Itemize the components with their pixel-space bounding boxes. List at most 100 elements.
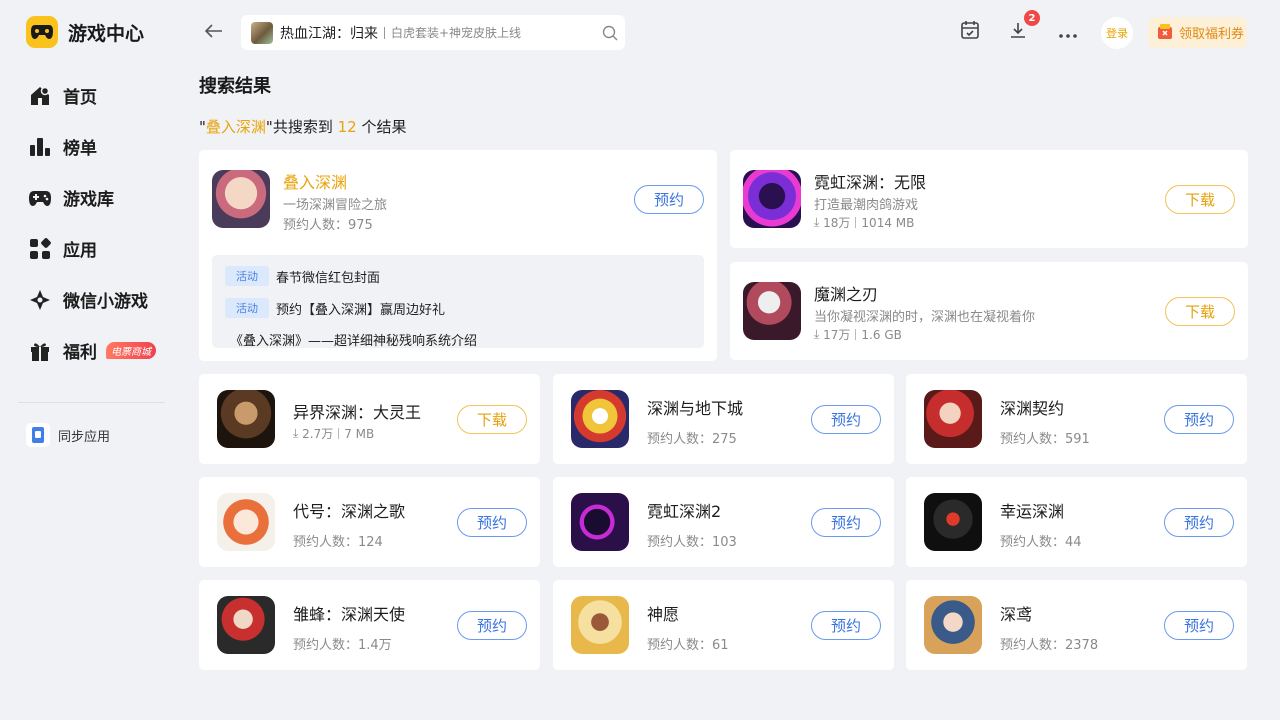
wechat-game-icon — [28, 288, 52, 312]
featured-result-card[interactable]: 叠入深渊 一场深渊冒险之旅 预约人数：975 预约 活动 春节微信红包封面 活动… — [199, 150, 717, 361]
result-card[interactable]: 深渊契约 预约人数：591 预约 — [906, 374, 1247, 464]
gift-bag-icon — [1155, 21, 1175, 45]
search-separator — [384, 26, 385, 39]
download-icon — [1009, 21, 1027, 43]
game-title: 代号：深渊之歌 — [293, 502, 406, 521]
activity-item[interactable]: 《叠入深渊》——超详细神秘残响系统介绍 — [230, 330, 477, 349]
result-card[interactable]: 霓虹深渊2 预约人数：103 预约 — [553, 477, 894, 567]
activity-text: 《叠入深渊》——超详细神秘残响系统介绍 — [230, 334, 478, 349]
sync-label: 同步应用 — [58, 429, 111, 445]
file-size: 1.6 GB — [861, 327, 902, 342]
calendar-button[interactable] — [957, 19, 983, 45]
search-featured-title: 热血江湖：归来 — [280, 25, 378, 42]
game-title: 深渊契约 — [1000, 399, 1065, 418]
reserve-button[interactable]: 预约 — [811, 508, 881, 537]
reserve-button[interactable]: 预约 — [457, 508, 527, 537]
reserve-button[interactable]: 预约 — [634, 185, 704, 214]
more-button[interactable] — [1055, 19, 1081, 45]
reserve-button[interactable]: 预约 — [811, 611, 881, 640]
ranking-icon — [28, 135, 52, 159]
sync-apps-button[interactable]: 同步应用 — [26, 423, 110, 447]
game-icon — [212, 170, 270, 228]
reservation-count: 预约人数：975 — [283, 218, 373, 233]
back-button[interactable] — [202, 20, 226, 44]
file-size: 1014 MB — [861, 215, 915, 230]
reservation-count: 预约人数：591 — [1000, 432, 1090, 447]
game-icon — [217, 390, 275, 448]
game-icon — [217, 596, 275, 654]
sidebar-item-welfare[interactable]: 福利 电票商城 — [28, 325, 156, 376]
result-card[interactable]: 霓虹深渊：无限 打造最潮肉鸽游戏 ⤓ 18万 1014 MB 下载 — [730, 150, 1248, 248]
gift-icon — [28, 339, 52, 363]
download-button[interactable]: 下载 — [1165, 185, 1235, 214]
result-card[interactable]: 代号：深渊之歌 预约人数：124 预约 — [199, 477, 540, 567]
game-title: 深渊与地下城 — [647, 399, 744, 418]
result-card[interactable]: 雏蜂：深渊天使 预约人数：1.4万 预约 — [199, 580, 540, 670]
game-title: 异界深渊：大灵王 — [293, 403, 422, 422]
sidebar-item-apps[interactable]: 应用 — [28, 223, 156, 274]
reservation-count: 预约人数：2378 — [1000, 638, 1099, 653]
sidebar-item-ranking[interactable]: 榜单 — [28, 121, 156, 172]
sidebar-divider — [18, 402, 165, 403]
reservation-count: 预约人数：61 — [647, 638, 729, 653]
reserve-button[interactable]: 预约 — [811, 405, 881, 434]
reservation-count: 预约人数：103 — [647, 535, 737, 550]
sidebar-item-label: 榜单 — [63, 139, 97, 159]
result-card[interactable]: 神愿 预约人数：61 预约 — [553, 580, 894, 670]
sidebar-item-label: 游戏库 — [63, 190, 114, 210]
game-title: 魔渊之刃 — [814, 285, 879, 304]
reserve-button[interactable]: 预约 — [1164, 508, 1234, 537]
download-small-icon: ⤓ — [814, 215, 820, 229]
sidebar-item-label: 微信小游戏 — [63, 292, 148, 312]
login-button[interactable]: 登录 — [1101, 17, 1133, 49]
game-icon — [743, 170, 801, 228]
result-card[interactable]: 魔渊之刃 当你凝视深渊的时，深渊也在凝视着你 ⤓ 17万 1.6 GB 下载 — [730, 262, 1248, 360]
activity-text: 春节微信红包封面 — [276, 270, 381, 286]
reservation-count: 预约人数：1.4万 — [293, 638, 392, 653]
summary-quote: " — [199, 118, 206, 136]
game-description: 打造最潮肉鸽游戏 — [814, 198, 919, 213]
result-card[interactable]: 深鸢 预约人数：2378 预约 — [906, 580, 1247, 670]
page-title: 搜索结果 — [199, 76, 271, 97]
download-button[interactable]: 下载 — [1165, 297, 1235, 326]
reserve-button[interactable]: 预约 — [457, 611, 527, 640]
game-icon — [743, 282, 801, 340]
game-title: 霓虹深渊：无限 — [814, 173, 927, 192]
result-card[interactable]: 幸运深渊 预约人数：44 预约 — [906, 477, 1247, 567]
shop-badge: 电票商城 — [106, 342, 156, 359]
download-count-badge: 2 — [1024, 10, 1040, 26]
more-dots-icon — [1059, 23, 1077, 42]
game-icon — [924, 493, 982, 551]
search-featured-subtitle: 白虎套装+神宠皮肤上线 — [391, 26, 522, 40]
calendar-icon — [960, 20, 980, 44]
apps-icon — [28, 237, 52, 261]
activity-tag: 活动 — [225, 298, 269, 318]
sidebar-item-wechat-games[interactable]: 微信小游戏 — [28, 274, 156, 325]
download-button[interactable]: 下载 — [457, 405, 527, 434]
reserve-button[interactable]: 预约 — [1164, 611, 1234, 640]
result-card[interactable]: 深渊与地下城 预约人数：275 预约 — [553, 374, 894, 464]
claim-coupon-button[interactable]: 领取福利券 — [1148, 17, 1247, 48]
activity-item[interactable]: 活动 预约【叠入深渊】赢周边好礼 — [225, 298, 445, 318]
result-card[interactable]: 异界深渊：大灵王 ⤓ 2.7万 7 MB 下载 — [199, 374, 540, 464]
coupon-label: 领取福利券 — [1179, 27, 1245, 42]
search-icon[interactable] — [595, 25, 625, 41]
search-bar[interactable]: 热血江湖：归来 白虎套装+神宠皮肤上线 — [241, 15, 625, 50]
game-title: 神愿 — [647, 605, 680, 624]
activity-tag: 活动 — [225, 266, 269, 286]
home-icon — [28, 84, 52, 108]
activity-item[interactable]: 活动 春节微信红包封面 — [225, 266, 380, 286]
sidebar-item-label: 首页 — [63, 88, 97, 108]
game-title: 叠入深渊 — [283, 173, 348, 192]
reservation-count: 预约人数：124 — [293, 535, 383, 550]
summary-keyword: 叠入深渊 — [205, 118, 266, 136]
game-description: 一场深渊冒险之旅 — [283, 198, 388, 213]
brand[interactable]: 游戏中心 — [26, 16, 144, 48]
sync-phone-icon — [26, 423, 50, 447]
game-title: 深鸢 — [1000, 605, 1033, 624]
sidebar-item-library[interactable]: 游戏库 — [28, 172, 156, 223]
reserve-button[interactable]: 预约 — [1164, 405, 1234, 434]
sidebar-item-home[interactable]: 首页 — [28, 70, 156, 121]
game-controller-logo-icon — [26, 16, 58, 48]
sidebar: 游戏中心 首页 榜单 游戏库 应用 微信小游戏 福利 电票商城 同步应用 — [0, 0, 185, 720]
